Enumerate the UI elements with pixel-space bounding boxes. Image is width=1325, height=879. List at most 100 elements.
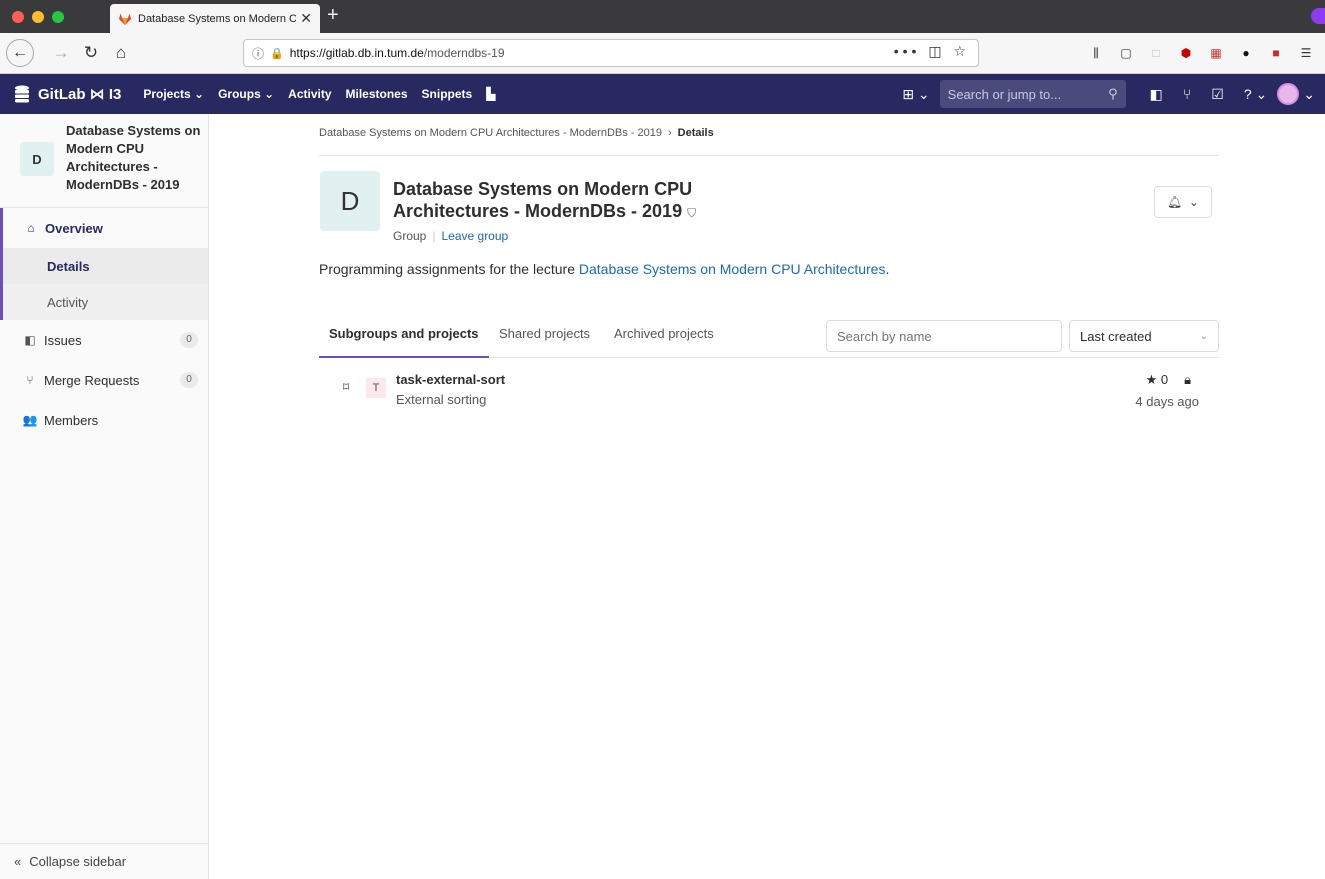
ublock-icon[interactable]: ⬢ [1178,45,1194,61]
todo-icon[interactable]: ☑ [1211,86,1224,103]
chart-icon[interactable]: ▙ [486,87,495,101]
list-item[interactable]: ⌑ T task-external-sort External sorting … [319,366,1219,414]
sort-label: Last created [1080,328,1152,344]
home-icon: ⌂ [27,221,35,235]
tab-subgroups-and-projects[interactable]: Subgroups and projects [319,320,489,358]
chevron-right-icon: › [667,127,672,139]
group-avatar: D [20,142,54,176]
shield-icon: ⛉ [687,206,697,220]
star-count: 0 [1160,372,1169,387]
sidebar-item-label: Details [47,258,90,274]
reload-icon[interactable]: ↻ [78,41,104,65]
zotero-icon[interactable]: ■ [1268,45,1284,61]
breadcrumb-current[interactable]: Details [678,127,714,139]
sidebar: D Database Systems on Modern CPU Archite… [0,114,209,879]
extension-icon[interactable]: □ [1148,45,1164,61]
tab-shared-projects[interactable]: Shared projects [489,320,600,358]
onepassword-icon[interactable]: ● [1238,45,1254,61]
browser-tab[interactable]: Database Systems on Modern C ✕ [110,4,320,33]
cors-icon[interactable]: ▦ [1208,45,1224,61]
star-icon: ★ [1145,372,1158,387]
help-icon[interactable]: ? ⌄ [1244,86,1267,103]
issues-icon: ◧ [24,333,36,347]
divider [319,155,1219,156]
merge-request-icon: ⑂ [26,373,34,387]
reader-icon[interactable]: ▢ [1118,45,1134,61]
tab-title: Database Systems on Modern C [138,12,297,25]
sidebar-item-merge-requests[interactable]: ⑂ Merge Requests 0 [0,360,208,400]
issues-count-badge: 0 [180,332,198,348]
tab-close-icon[interactable]: ✕ [300,10,312,27]
issues-icon[interactable]: ◧ [1150,86,1163,103]
sidebar-group-name: Database Systems on Modern CPU Architect… [66,123,201,192]
collapse-label: Collapse sidebar [29,854,127,869]
bookmark-star-icon[interactable]: ☆ [953,43,970,59]
group-title-text: Database Systems on Modern CPU Architect… [393,179,693,221]
url-path: /moderndbs-19 [423,46,505,60]
search-by-name-input[interactable] [826,320,1062,352]
project-description: External sorting [396,392,487,407]
forward-arrow-icon[interactable]: → [48,41,74,65]
chevron-down-icon: ⌄ [1188,195,1199,209]
top-nav: Projects ⌄ Groups ⌄ Activity Milestones … [143,87,495,101]
sort-dropdown[interactable]: Last created ⌄ [1069,320,1219,352]
lecture-link[interactable]: Database Systems on Modern CPU Architect… [579,261,886,277]
user-avatar[interactable] [1277,83,1300,105]
users-icon: 👥 [22,413,38,427]
sidebar-item-activity[interactable]: Activity [3,284,208,320]
overview-section: ⌂ Overview Details Activity [0,208,208,320]
nav-groups[interactable]: Groups ⌄ [218,87,274,101]
nav-activity[interactable]: Activity [288,87,331,101]
leave-group-link[interactable]: Leave group [441,229,508,243]
close-window-button[interactable] [12,11,24,23]
info-icon[interactable]: ⓘ [252,45,264,62]
browser-titlebar: Database Systems on Modern C ✕ + [0,0,1325,33]
home-icon[interactable]: ⌂ [108,41,134,65]
sidebar-group-header[interactable]: D Database Systems on Modern CPU Archite… [0,114,208,208]
nav-projects[interactable]: Projects ⌄ [143,87,204,101]
gitlab-header: GitLab ⋈ I3 Projects ⌄ Groups ⌄ Activity… [0,74,1325,114]
back-arrow-icon[interactable]: ← [6,39,34,67]
project-stats: ★ 0 🔒︎ [1146,372,1191,388]
collapse-sidebar-button[interactable]: « Collapse sidebar [0,843,208,879]
mr-count-badge: 0 [180,372,198,388]
sidebar-item-details[interactable]: Details [3,248,208,284]
gitlab-logo[interactable]: GitLab ⋈ I3 [14,85,121,103]
group-type: Group [393,229,427,243]
library-icon[interactable]: ⫼ [1088,45,1104,61]
group-meta: Group | Leave group [393,229,509,243]
sidebar-item-members[interactable]: 👥 Members [0,400,208,440]
minimize-window-button[interactable] [32,11,44,23]
chevron-down-icon: ⌄ [1199,330,1208,342]
bookmark-icon: ⌑ [343,380,350,394]
nav-snippets[interactable]: Snippets [422,87,473,101]
chevron-down-icon[interactable]: ⌄ [1303,86,1315,103]
tab-archived-projects[interactable]: Archived projects [604,320,724,358]
search-icon: ⚲ [1108,86,1118,101]
project-name-link[interactable]: task-external-sort [396,372,505,387]
page-actions-icon[interactable]: ••• [894,43,921,59]
bell-icon: 🔔︎ [1167,195,1183,209]
nav-milestones[interactable]: Milestones [346,87,408,101]
notification-dropdown-button[interactable]: 🔔︎ ⌄ [1154,186,1212,218]
private-mask-icon [1311,8,1325,24]
project-avatar: T [366,378,386,398]
maximize-window-button[interactable] [52,11,64,23]
url-domain: https://gitlab.db.in.tum.de [289,46,424,60]
brand-text: GitLab ⋈ I3 [38,86,122,103]
sidebar-item-overview[interactable]: ⌂ Overview [3,208,208,248]
breadcrumb-group-link[interactable]: Database Systems on Modern CPU Architect… [319,127,662,139]
url-bar[interactable]: ⓘ 🔒 https://gitlab.db.in.tum.de/moderndb… [243,39,979,67]
project-updated: 4 days ago [1135,394,1199,409]
lock-icon[interactable]: 🔒 [270,47,284,60]
menu-icon[interactable]: ☰ [1298,45,1314,61]
search-input[interactable]: Search or jump to... ⚲ [939,80,1126,108]
new-tab-button[interactable]: + [327,5,339,25]
group-avatar-large: D [320,171,380,231]
new-dropdown-icon[interactable]: ⊞ ⌄ [902,86,929,103]
double-chevron-left-icon: « [14,854,22,869]
pocket-icon[interactable]: ◫ [928,43,945,59]
sidebar-item-issues[interactable]: ◧ Issues 0 [0,320,208,360]
merge-request-icon[interactable]: ⑂ [1183,86,1191,102]
sidebar-item-label: Merge Requests [44,372,140,388]
